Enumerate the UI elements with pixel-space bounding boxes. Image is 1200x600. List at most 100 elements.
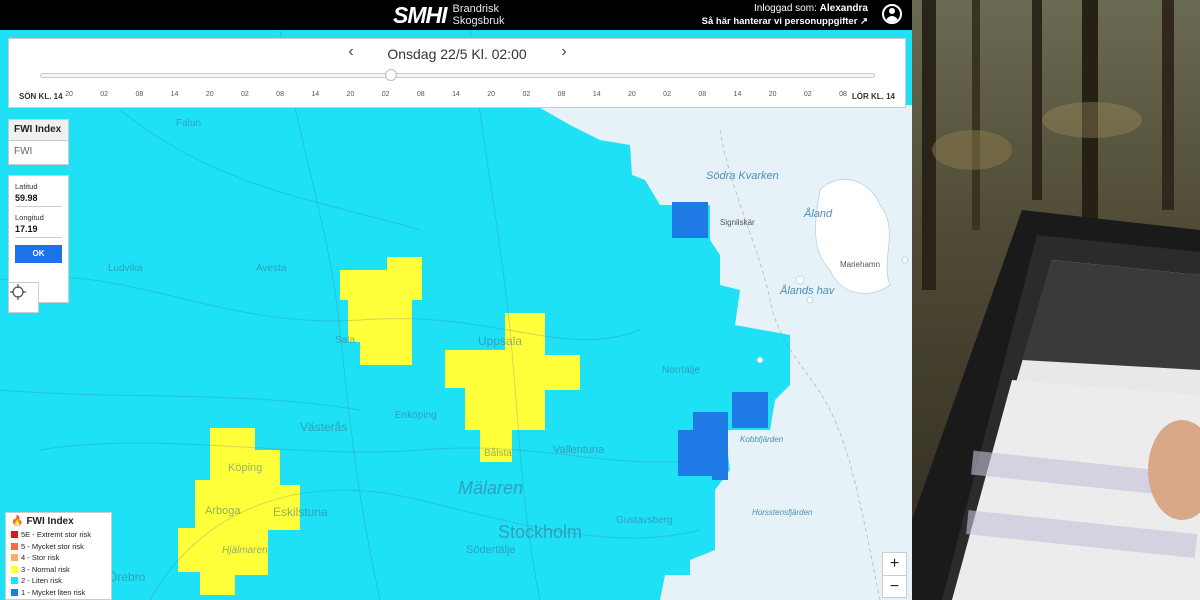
zoom-out-button[interactable]: − bbox=[883, 576, 906, 599]
place-vallentuna: Vallentuna bbox=[553, 444, 605, 456]
timeline-tick: 02 bbox=[381, 91, 390, 98]
longitude-input[interactable]: 17.19 bbox=[15, 224, 62, 238]
user-name: Alexandra bbox=[819, 3, 868, 14]
ok-button[interactable]: OK bbox=[15, 245, 62, 263]
legend-swatch bbox=[11, 565, 18, 573]
timeline-start-label: SÖN KL. 14 bbox=[19, 92, 63, 101]
timeline-end-label: LÖR KL. 14 bbox=[851, 92, 895, 101]
timeline-ticks: 20 02 08 14 20 02 08 14 20 02 08 14 20 02 08 14 20 02 08 14… bbox=[65, 91, 847, 103]
place-alands-hav: Ålands hav bbox=[780, 285, 835, 297]
legend-swatch bbox=[11, 542, 18, 550]
place-sodertalje: Södertälje bbox=[466, 544, 516, 556]
legend-swatch bbox=[11, 588, 18, 596]
place-eskilstuna: Eskilstuna bbox=[273, 505, 328, 519]
timeline-tick: 14 bbox=[452, 91, 460, 98]
phone-in-forest-image bbox=[912, 0, 1200, 600]
legend-title: FWI Index bbox=[26, 516, 74, 527]
timeline-tick: 20 bbox=[205, 91, 214, 98]
legend-rows: 5E - Extremt stor risk 5 - Mycket stor ri… bbox=[11, 529, 106, 598]
legend-header: 🔥 FWI Index bbox=[11, 516, 106, 527]
privacy-link-label: Så här hanterar vi personuppgifter bbox=[701, 16, 858, 27]
place-falun: Falun bbox=[176, 118, 202, 129]
legend-item: 3 - Normal risk bbox=[11, 564, 106, 576]
place-gustavsberg: Gustavsberg bbox=[616, 515, 673, 526]
brand-subtitle: Brandrisk Skogsbruk bbox=[453, 3, 505, 27]
legend-item: 1 - Mycket liten risk bbox=[11, 587, 106, 599]
legend-swatch bbox=[11, 531, 18, 539]
place-stockholm: Stockholm bbox=[498, 522, 583, 542]
place-horsstensfjarden: Horsstensfjärden bbox=[752, 508, 813, 517]
smhi-logo: SMHI bbox=[393, 2, 447, 28]
legend-label: 2 - Liten risk bbox=[21, 576, 62, 586]
place-sala: Sala bbox=[335, 335, 356, 346]
timeline-tick: 14 bbox=[170, 91, 179, 98]
latitude-input[interactable]: 59.98 bbox=[15, 193, 62, 207]
privacy-link[interactable]: Så här hanterar vi personuppgifter ↗ bbox=[702, 15, 868, 28]
timeline-tick: 02 bbox=[803, 91, 812, 98]
legend-label: 4 - Stor risk bbox=[21, 553, 60, 563]
place-enkoping: Enköping bbox=[395, 410, 437, 421]
place-aland: Åland bbox=[804, 208, 833, 220]
place-avesta: Avesta bbox=[256, 263, 287, 274]
place-malaren: Mälaren bbox=[458, 478, 524, 498]
legend-swatch bbox=[11, 554, 18, 562]
legend-label: 3 - Normal risk bbox=[21, 564, 70, 574]
legend-item: 4 - Stor risk bbox=[11, 552, 106, 564]
place-mariehamn: Mariehamn bbox=[840, 260, 881, 269]
timeline-tick: 02 bbox=[663, 91, 671, 98]
timeline-tick: 14 bbox=[733, 91, 742, 98]
legend-label: 5 - Mycket stor risk bbox=[21, 541, 84, 551]
locate-button[interactable] bbox=[8, 282, 39, 313]
forest-photo bbox=[912, 0, 1200, 600]
place-signilskar: Signilskär bbox=[720, 218, 755, 227]
place-vasteras: Västerås bbox=[300, 420, 348, 434]
map[interactable]: Södra Kvarken Åland Ålands hav Signilskä… bbox=[0, 30, 912, 600]
timeline-tick: 14 bbox=[311, 91, 320, 98]
brand[interactable]: SMHI Brandrisk Skogsbruk bbox=[393, 2, 504, 28]
timeline-tick: 02 bbox=[522, 91, 531, 98]
risk-cell-very-low-2 bbox=[732, 392, 768, 428]
user-area: Inloggad som: Alexandra Så här hanterar … bbox=[702, 2, 868, 28]
timeline-tick: 20 bbox=[628, 91, 636, 98]
place-norrtalje: Norrtälje bbox=[662, 365, 700, 376]
user-account-icon[interactable] bbox=[882, 4, 902, 24]
timeline-panel: ‹ Onsdag 22/5 Kl. 02:00 › SÖN KL. 14 20 0… bbox=[8, 38, 906, 108]
crosshair-icon bbox=[10, 284, 26, 300]
fwi-legend: 🔥 FWI Index 5E - Extremt stor risk 5 - My… bbox=[5, 512, 112, 600]
latitude-label: Latitud bbox=[15, 182, 38, 191]
index-selector[interactable]: FWI Index FWI bbox=[8, 119, 69, 165]
timeline-slider-handle[interactable] bbox=[384, 69, 397, 81]
legend-label: 5E - Extremt stor risk bbox=[21, 530, 92, 540]
timeline-date: Onsdag 22/5 Kl. 02:00 bbox=[387, 46, 527, 62]
longitude-label: Longitud bbox=[15, 213, 44, 222]
place-uppsala: Uppsala bbox=[478, 334, 523, 348]
user-prefix: Inloggad som: bbox=[754, 3, 817, 14]
place-arboga: Arboga bbox=[205, 505, 241, 517]
timeline-tick: 14 bbox=[592, 91, 601, 98]
legend-item: 5E - Extremt stor risk bbox=[11, 529, 106, 541]
brand-subtitle-line2: Skogsbruk bbox=[452, 15, 505, 27]
legend-item: 2 - Liten risk bbox=[11, 575, 106, 587]
timeline-track[interactable] bbox=[40, 73, 875, 78]
brand-subtitle-line1: Brandrisk bbox=[452, 3, 499, 15]
timeline-tick: 20 bbox=[346, 91, 355, 98]
index-selector-header[interactable]: FWI Index bbox=[9, 120, 68, 141]
timeline-tick: 08 bbox=[698, 91, 707, 98]
place-kobbfjarden: Kobbfjärden bbox=[740, 435, 784, 444]
external-link-icon: ↗ bbox=[860, 16, 868, 27]
timeline-tick: 08 bbox=[839, 91, 847, 98]
zoom-in-button[interactable]: + bbox=[883, 553, 906, 576]
timeline-tick: 20 bbox=[487, 91, 496, 98]
index-option-fwi[interactable]: FWI bbox=[9, 141, 68, 162]
timeline-tick: 08 bbox=[276, 91, 284, 98]
top-bar: SMHI Brandrisk Skogsbruk Inloggad som: A… bbox=[0, 0, 912, 30]
place-hjalmaren: Hjälmaren bbox=[222, 545, 268, 556]
flame-icon: 🔥 bbox=[11, 516, 24, 527]
place-ludvika: Ludvika bbox=[108, 263, 143, 274]
timeline-tick: 08 bbox=[416, 91, 425, 98]
place-orebro: Örebro bbox=[108, 570, 146, 584]
next-time-button[interactable]: › bbox=[554, 43, 574, 61]
timeline-tick: 02 bbox=[241, 91, 249, 98]
timeline-tick: 02 bbox=[100, 91, 109, 98]
timeline-tick: 20 bbox=[768, 91, 777, 98]
